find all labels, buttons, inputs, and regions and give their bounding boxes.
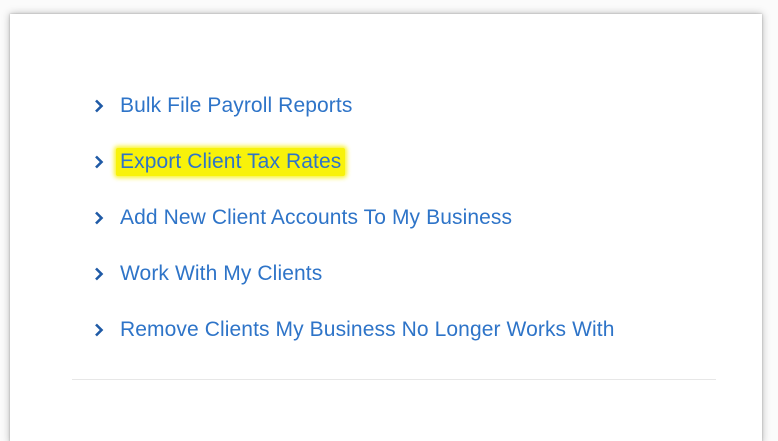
chevron-right-icon bbox=[86, 211, 120, 225]
menu-item-label-highlighted[interactable]: Export Client Tax Rates bbox=[116, 148, 346, 176]
section-divider bbox=[72, 379, 716, 380]
menu-item-export-client-tax-rates[interactable]: Export Client Tax Rates bbox=[86, 134, 618, 190]
menu-item-work-with-my-clients[interactable]: Work With My Clients bbox=[86, 246, 618, 302]
chevron-right-icon bbox=[86, 267, 120, 281]
menu-item-remove-clients[interactable]: Remove Clients My Business No Longer Wor… bbox=[86, 302, 618, 358]
chevron-right-icon bbox=[86, 99, 120, 113]
screenshot-canvas: Bulk File Payroll Reports Export Client … bbox=[0, 0, 778, 441]
menu-item-label[interactable]: Bulk File Payroll Reports bbox=[116, 92, 356, 120]
client-actions-menu: Bulk File Payroll Reports Export Client … bbox=[86, 78, 618, 358]
menu-item-label[interactable]: Add New Client Accounts To My Business bbox=[116, 204, 516, 232]
menu-item-bulk-file-payroll-reports[interactable]: Bulk File Payroll Reports bbox=[86, 78, 618, 134]
chevron-right-icon bbox=[86, 323, 120, 337]
menu-item-label[interactable]: Work With My Clients bbox=[116, 260, 326, 288]
menu-item-add-new-client-accounts[interactable]: Add New Client Accounts To My Business bbox=[86, 190, 618, 246]
chevron-right-icon bbox=[86, 155, 120, 169]
menu-item-label[interactable]: Remove Clients My Business No Longer Wor… bbox=[116, 316, 618, 344]
